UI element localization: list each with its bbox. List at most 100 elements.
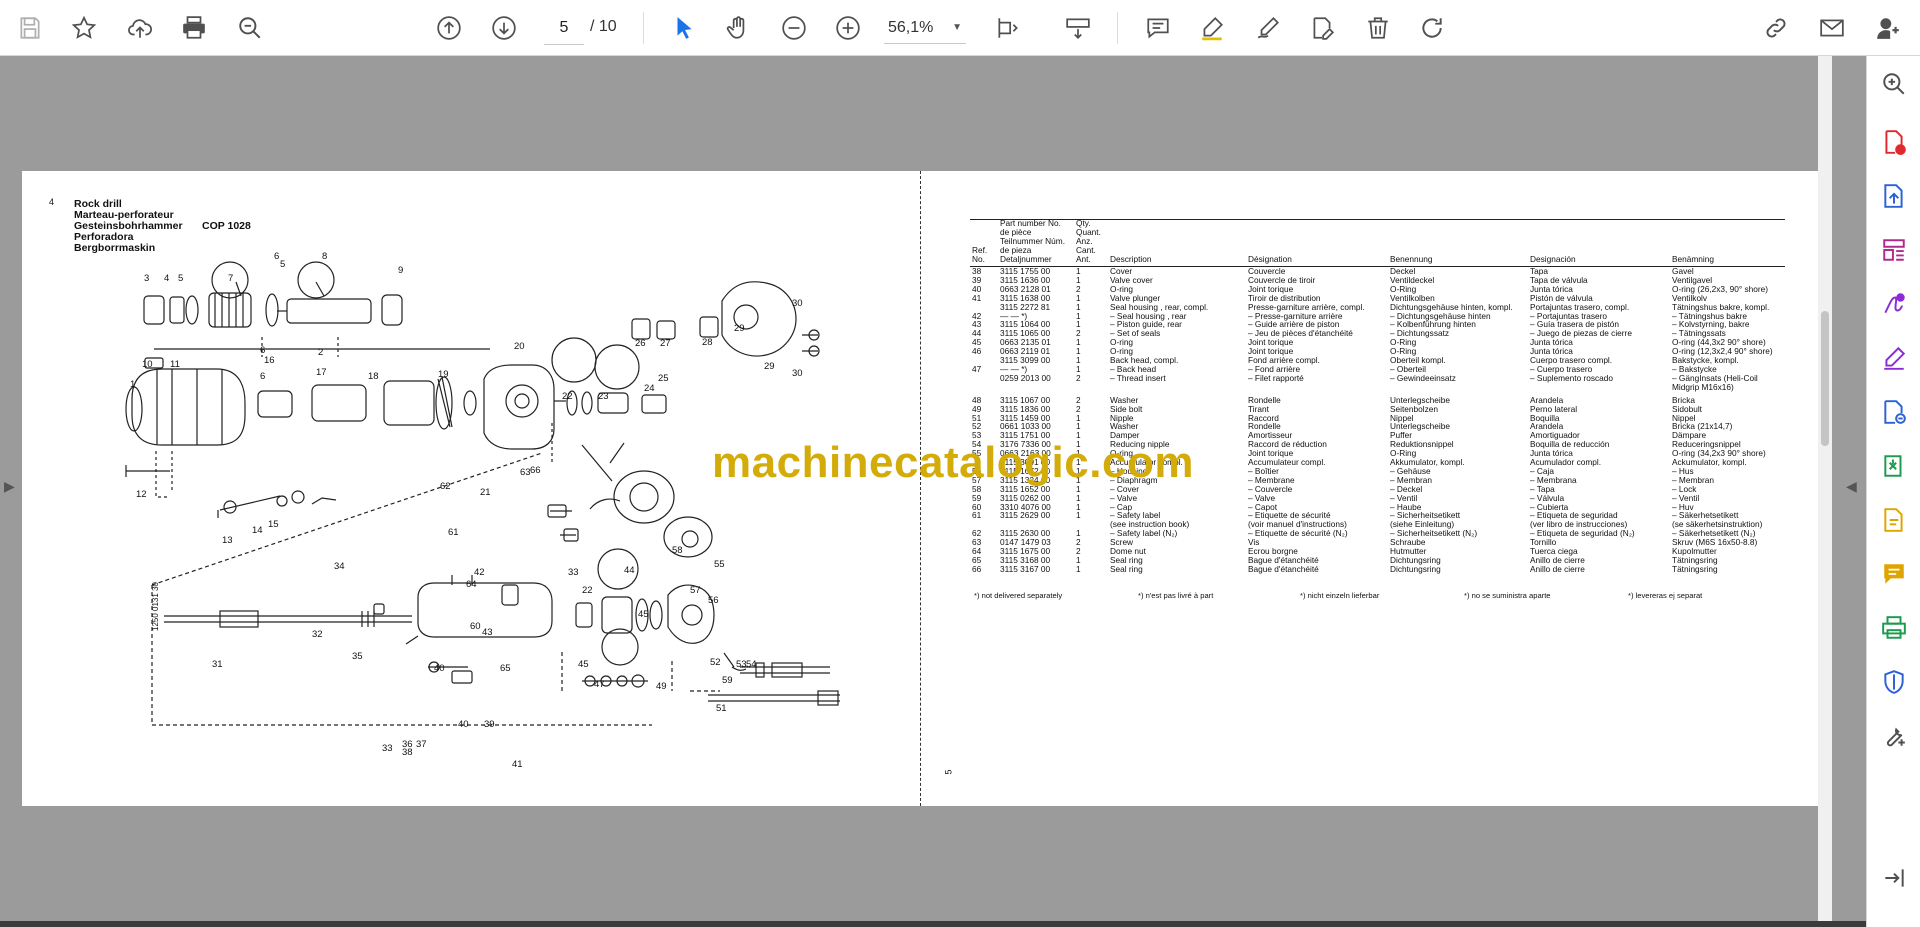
diagram-callout: 41 [512,759,523,770]
account-icon[interactable] [1870,10,1906,46]
table-cell: Bague d'étanchéité [1248,563,1319,574]
vertical-scrollbar[interactable] [1818,56,1832,921]
watermark: machinecatalogic.com [712,438,1194,487]
add-pdf-icon[interactable] [1878,126,1910,158]
diagram-callout: 37 [416,739,427,750]
diagram-callout: 10 [142,359,153,370]
fit-page-icon[interactable] [990,10,1026,46]
table-row: 47— — *) 1– Back head – Fond arrière – Ober… [970,365,1785,374]
zoom-select[interactable]: 56,1% ▼ [884,12,966,44]
table-cell: Washer [1110,394,1139,405]
diagram-callout: 29 [734,323,745,334]
diagram-callout: 26 [635,338,646,349]
hand-icon[interactable] [720,10,756,46]
table-row: 40 0663 2128 01 2 O-ring Joint torique O-Ring… [970,284,1785,294]
table-row: 43 3115 1064 00 1– Piston guide, rear – Gui… [970,320,1785,329]
export-pdf-icon[interactable] [1878,180,1910,212]
footnote-fr: *) n'est pas livré à part [1138,591,1214,600]
footnote-en: *) not delivered separately [974,591,1063,600]
table-row: 0259 2013 00 2 – Thread insert – Filet rapp… [970,372,1785,383]
print-production-icon[interactable] [1878,612,1910,644]
table-row: 48 3115 1067 00 2 Washer Rondelle Unterlegsch… [970,392,1785,405]
right-page-number: 5 [943,769,954,775]
delete-icon[interactable] [1360,10,1396,46]
scrollbar-thumb[interactable] [1821,311,1829,446]
table-cell: – Etiquette de sécurité (N₂) [1248,528,1348,539]
table-cell: 66 [972,563,982,574]
diagram-callout: 33 [382,743,393,754]
edit-pdf-icon[interactable] [1878,504,1910,536]
draw-icon[interactable] [1250,10,1286,46]
zoom-search-icon[interactable] [232,10,268,46]
page-up-icon[interactable] [431,10,467,46]
table-row: 63 0147 1479 03 2 Screw Vis Schraube Tornillo S… [970,538,1785,547]
table-cell [1246,383,1388,392]
mail-icon[interactable] [1814,10,1850,46]
zoom-out-icon[interactable] [776,10,812,46]
protect-icon[interactable] [1878,666,1910,698]
send-icon[interactable] [1878,396,1910,428]
col-benennung: Benennung [1388,219,1528,267]
left-pane-toggle-icon[interactable]: ▶ [4,478,15,495]
diagram-callout: 58 [672,545,683,556]
table-row: 52 0661 1033 00 1 Washer Rondelle Unterlegsch… [970,422,1785,431]
star-icon[interactable] [66,10,102,46]
right-pane-toggle-icon[interactable]: ◀ [1846,478,1857,495]
diagram-callout: 40 [434,663,445,674]
diagram-callout: 11 [170,359,180,370]
diagram-callout: 20 [514,341,525,352]
comment-tool-icon[interactable] [1878,558,1910,590]
compress-icon[interactable] [1878,450,1910,482]
upload-icon[interactable] [122,10,158,46]
sign-icon[interactable] [1878,288,1910,320]
table-cell: – Thread insert [1110,372,1166,383]
table-row: 61 3115 2629 00 1– Safety label – Etiquette… [970,511,1785,520]
diagram-callout: 21 [480,487,491,498]
table-cell: 3115 2629 00 [1000,510,1051,521]
diagram-callout: 12 [136,489,147,500]
diagram-callout: 31 [212,659,223,670]
edit-text-icon[interactable] [1304,10,1340,46]
select-cursor-icon[interactable] [666,10,702,46]
diagram-callout: 55 [714,559,725,570]
col-benamning: Benämning [1670,219,1785,267]
diagram-callout: 9 [398,265,403,276]
table-cell: 3115 1067 00 [1000,394,1051,405]
table-cell: 46 [972,346,982,357]
diagram-callout: 66 [530,465,541,476]
col-qty: Qty. Quant. Anz. Cant. Ant. [1074,219,1108,267]
diagram-callout: 16 [264,355,275,366]
rotate-icon[interactable] [1414,10,1450,46]
col-description: Description [1108,219,1246,267]
table-cell: 48 [972,394,982,405]
page-down-icon[interactable] [486,10,522,46]
table-row: 64 3115 1675 00 2 Dome nut Ecrou borgne Hutmu… [970,547,1785,556]
comment-icon[interactable] [1140,10,1176,46]
document-page-spread: 4 Rock drill Marteau-perforateur Gestein… [22,171,1818,806]
diagram-callout: 3 [144,273,149,284]
print-icon[interactable] [176,10,212,46]
fill-sign-icon[interactable] [1878,342,1910,374]
diagram-callout: 17 [316,367,327,378]
highlight-icon[interactable] [1194,10,1230,46]
organize-pages-icon[interactable] [1878,234,1910,266]
diagram-callout: 34 [334,561,345,572]
table-cell [1388,383,1528,392]
table-cell: Seal ring [1110,563,1143,574]
diagram-callout: 43 [482,627,493,638]
page-number-input[interactable] [544,12,584,45]
zoom-in-icon[interactable] [830,10,866,46]
link-icon[interactable] [1758,10,1794,46]
zoom-value: 56,1% [888,18,934,36]
save-icon[interactable] [12,10,48,46]
diagram-callout: 5 [178,273,183,284]
zoom-icon[interactable] [1878,68,1910,100]
table-cell: Tätningsring [1672,563,1718,574]
parts-table: Ref. No. Part number No. de pièce Teilnu… [970,219,1785,574]
collapse-pane-icon[interactable] [1878,862,1910,894]
table-cell: 2 [1076,372,1081,383]
table-cell: 61 [972,510,982,521]
table-row: 38 3115 1755 00 1 Cover Couvercle Deckel Tapa G… [970,266,1785,276]
tools-icon[interactable] [1878,720,1910,752]
scroll-mode-icon[interactable] [1060,10,1096,46]
